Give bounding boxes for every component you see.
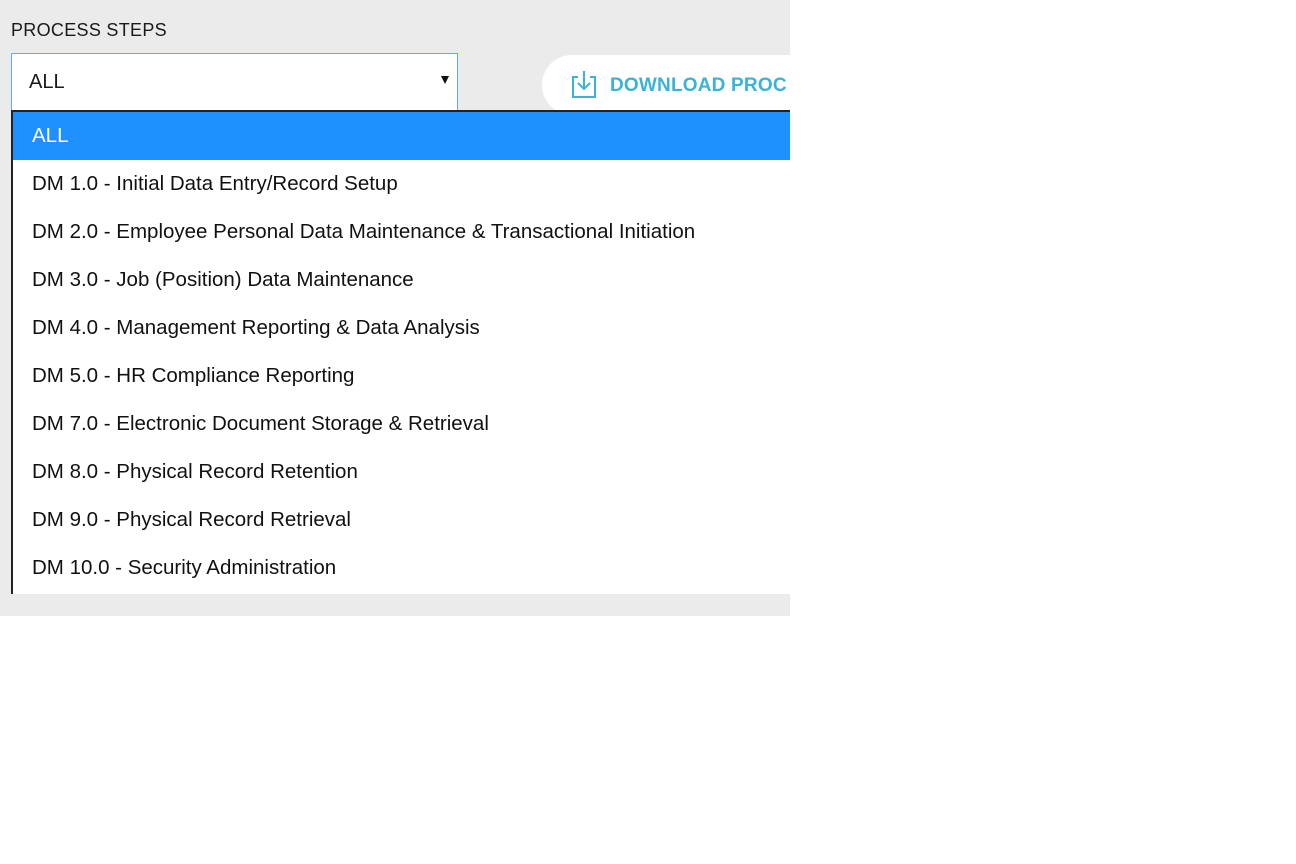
dropdown-option[interactable]: DM 4.0 - Management Reporting & Data Ana… (13, 304, 790, 352)
dropdown-option[interactable]: DM 5.0 - HR Compliance Reporting (13, 352, 790, 400)
process-steps-dropdown-list: ALL DM 1.0 - Initial Data Entry/Record Se… (11, 110, 790, 594)
dropdown-option[interactable]: DM 8.0 - Physical Record Retention (13, 448, 790, 496)
process-steps-select[interactable]: ALL (11, 53, 458, 110)
dropdown-option[interactable]: DM 3.0 - Job (Position) Data Maintenance (13, 256, 790, 304)
dropdown-option[interactable]: DM 9.0 - Physical Record Retrieval (13, 496, 790, 544)
dropdown-option[interactable]: DM 1.0 - Initial Data Entry/Record Setup (13, 160, 790, 208)
download-button-label: DOWNLOAD PROC (610, 75, 787, 96)
download-icon (570, 69, 598, 99)
dropdown-option[interactable]: DM 10.0 - Security Administration (13, 544, 790, 592)
select-current-value: ALL (29, 71, 65, 93)
dropdown-arrow-icon (441, 76, 449, 84)
download-button[interactable]: DOWNLOAD PROC (542, 55, 790, 115)
process-steps-panel: PROCESS STEPS ALL DOWNLOAD PROC ALL DM 1.… (0, 0, 790, 616)
dropdown-option[interactable]: ALL (13, 112, 790, 160)
dropdown-option[interactable]: DM 2.0 - Employee Personal Data Maintena… (13, 208, 790, 256)
dropdown-option[interactable]: DM 7.0 - Electronic Document Storage & R… (13, 400, 790, 448)
process-steps-label: PROCESS STEPS (11, 20, 167, 40)
